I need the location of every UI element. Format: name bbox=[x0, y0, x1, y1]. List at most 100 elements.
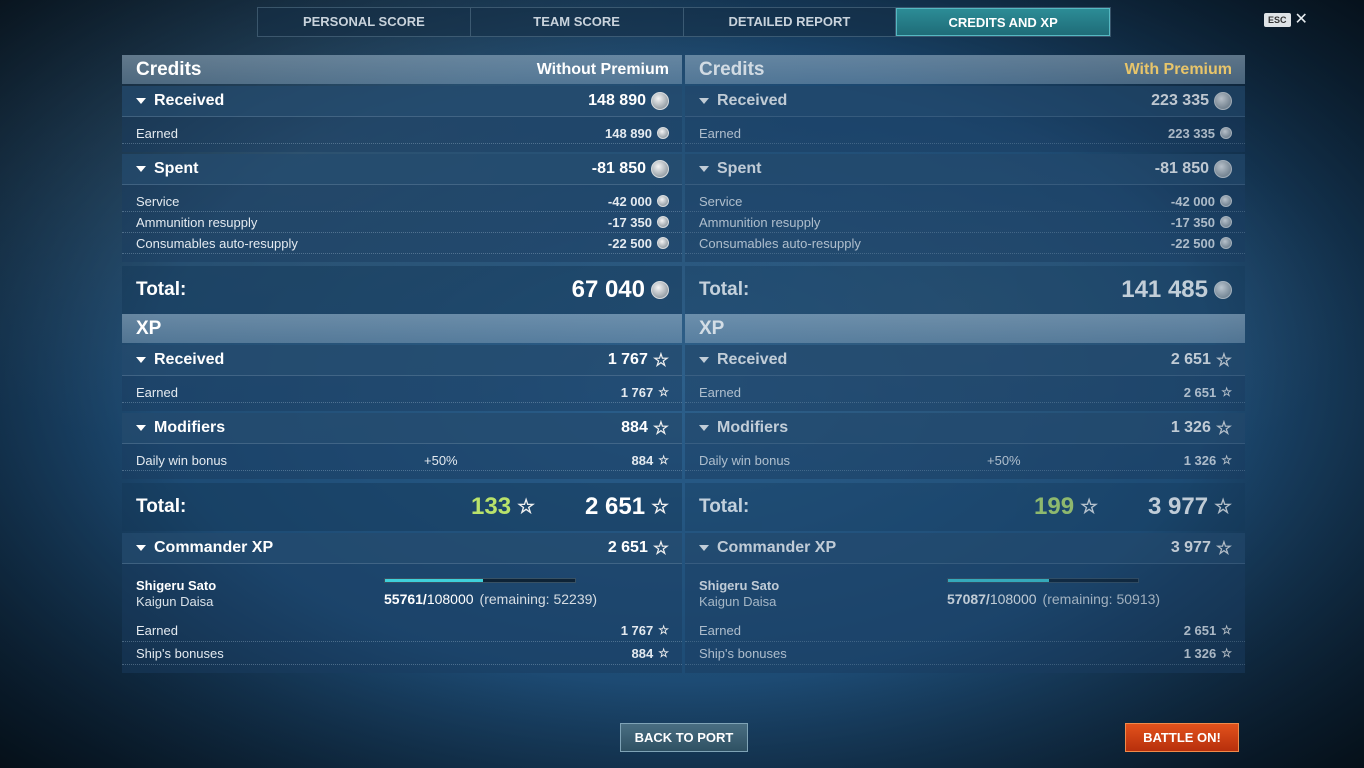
credits-icon bbox=[1220, 127, 1232, 139]
credits-header: Credits With Premium bbox=[685, 55, 1245, 84]
xp-star-icon: ☆ bbox=[1214, 496, 1232, 518]
commander-xp-current: 57087/ bbox=[947, 591, 990, 607]
list-item: Ammunition resupply -17 350 bbox=[122, 212, 682, 233]
credits-spent-header[interactable]: Spent -81 850 bbox=[122, 154, 682, 185]
premium-status-label: Without Premium bbox=[536, 60, 669, 78]
credits-icon bbox=[1220, 216, 1232, 228]
xp-received-group: Received 2 651 ☆ Earned 2 651 ☆ bbox=[685, 345, 1245, 411]
tab-credits-and-xp[interactable]: CREDITS AND XP bbox=[896, 8, 1110, 36]
xp-total-value: 2 651 bbox=[585, 493, 646, 520]
commander-xp-current: 55761/ bbox=[384, 591, 427, 607]
xp-star-icon: ☆ bbox=[652, 538, 669, 558]
service-value: -42 000 bbox=[1170, 193, 1215, 209]
xp-title: XP bbox=[136, 317, 162, 339]
ship-bonuses-label: Ship's bonuses bbox=[699, 645, 787, 661]
panel-with-premium: Credits With Premium Received 223 335 Ea… bbox=[685, 55, 1245, 673]
earned-label: Earned bbox=[136, 125, 178, 141]
collapse-arrow-icon bbox=[136, 98, 146, 104]
credits-total: Total: 67 040 bbox=[122, 266, 682, 314]
xp-star-icon: ☆ bbox=[1221, 385, 1232, 399]
xp-modifiers-header[interactable]: Modifiers 1 326 ☆ bbox=[685, 413, 1245, 444]
service-label: Service bbox=[136, 193, 180, 209]
credits-header: Credits Without Premium bbox=[122, 55, 682, 84]
xp-star-icon: ☆ bbox=[1221, 453, 1232, 467]
commander-name: Shigeru Sato bbox=[136, 578, 217, 593]
xp-received-header[interactable]: Received 2 651 ☆ bbox=[685, 345, 1245, 376]
battle-on-button[interactable]: BATTLE ON! bbox=[1125, 723, 1239, 752]
collapse-arrow-icon bbox=[699, 545, 709, 551]
commander-xp-group: Commander XP 3 977 ☆ Shigeru Sato Kaigun … bbox=[685, 533, 1245, 673]
xp-header: XP bbox=[122, 314, 682, 343]
collapse-arrow-icon bbox=[699, 166, 709, 172]
tab-bar: PERSONAL SCORE TEAM SCORE DETAILED REPOR… bbox=[257, 7, 1111, 37]
commander-xp-header[interactable]: Commander XP 3 977 ☆ bbox=[685, 533, 1245, 564]
ship-bonuses-label: Ship's bonuses bbox=[136, 645, 224, 661]
commander-xp-label: Commander XP bbox=[154, 539, 274, 556]
service-value: -42 000 bbox=[607, 193, 652, 209]
credits-spent-group: Spent -81 850 Service -42 000 Ammunition… bbox=[122, 154, 682, 262]
xp-star-icon: ☆ bbox=[652, 350, 669, 370]
commander-xp-label: Commander XP bbox=[717, 539, 837, 556]
xp-star-icon: ☆ bbox=[1080, 496, 1098, 518]
commander-xp-max: 108000 bbox=[426, 591, 474, 607]
credits-total-value: 141 485 bbox=[1121, 276, 1208, 303]
tab-personal-score[interactable]: PERSONAL SCORE bbox=[258, 8, 471, 36]
credits-icon bbox=[651, 281, 669, 299]
ammo-label: Ammunition resupply bbox=[699, 214, 821, 230]
xp-header: XP bbox=[685, 314, 1245, 343]
commander-progress-bar bbox=[384, 578, 576, 583]
xp-star-icon: ☆ bbox=[658, 453, 669, 467]
credits-icon bbox=[657, 216, 669, 228]
xp-star-icon: ☆ bbox=[517, 496, 535, 518]
xp-total: Total: 133 ☆ 2 651 ☆ bbox=[122, 483, 682, 531]
xp-modifiers-header[interactable]: Modifiers 884 ☆ bbox=[122, 413, 682, 444]
credits-received-header[interactable]: Received 223 335 bbox=[685, 86, 1245, 117]
credits-spent-header[interactable]: Spent -81 850 bbox=[685, 154, 1245, 185]
credits-icon bbox=[657, 237, 669, 249]
credits-received-header[interactable]: Received 148 890 bbox=[122, 86, 682, 117]
ammo-value: -17 350 bbox=[607, 214, 652, 230]
daily-win-value: 1 326 bbox=[1183, 452, 1217, 468]
xp-modifiers-group: Modifiers 1 326 ☆ Daily win bonus +50% 1 … bbox=[685, 413, 1245, 479]
consumables-label: Consumables auto-resupply bbox=[699, 235, 861, 251]
commander-xp-value: 3 977 bbox=[1170, 539, 1211, 556]
commander-rank: Kaigun Daisa bbox=[699, 594, 777, 609]
collapse-arrow-icon bbox=[699, 357, 709, 363]
list-item: Service -42 000 bbox=[122, 191, 682, 212]
received-value: 148 890 bbox=[588, 92, 646, 109]
earned-value: 223 335 bbox=[1168, 125, 1215, 141]
credits-total-value: 67 040 bbox=[571, 276, 645, 303]
collapse-arrow-icon bbox=[136, 545, 146, 551]
back-to-port-button[interactable]: BACK TO PORT bbox=[620, 723, 748, 752]
xp-star-icon: ☆ bbox=[652, 418, 669, 438]
spent-label: Spent bbox=[717, 160, 762, 177]
list-item: Daily win bonus +50% 884 ☆ bbox=[122, 450, 682, 471]
modifiers-label: Modifiers bbox=[154, 419, 226, 436]
commander-rank: Kaigun Daisa bbox=[136, 594, 214, 609]
xp-total: Total: 199 ☆ 3 977 ☆ bbox=[685, 483, 1245, 531]
list-item: Ammunition resupply -17 350 bbox=[685, 212, 1245, 233]
credits-icon bbox=[1214, 281, 1232, 299]
panel-without-premium: Credits Without Premium Received 148 890… bbox=[122, 55, 682, 673]
credits-received-group: Received 148 890 Earned 148 890 bbox=[122, 86, 682, 152]
list-item: Consumables auto-resupply -22 500 bbox=[122, 233, 682, 254]
list-item: Earned 2 651 ☆ bbox=[685, 382, 1245, 403]
credits-icon bbox=[1214, 92, 1232, 110]
total-label: Total: bbox=[699, 496, 750, 517]
commander-name: Shigeru Sato bbox=[699, 578, 780, 593]
list-item: Earned 223 335 bbox=[685, 123, 1245, 144]
commander-xp-header[interactable]: Commander XP 2 651 ☆ bbox=[122, 533, 682, 564]
xp-received-value: 1 767 bbox=[607, 351, 648, 368]
list-item: Consumables auto-resupply -22 500 bbox=[685, 233, 1245, 254]
commander-earned-value: 2 651 bbox=[1183, 622, 1217, 638]
tab-team-score[interactable]: TEAM SCORE bbox=[471, 8, 684, 36]
list-item: Daily win bonus +50% 1 326 ☆ bbox=[685, 450, 1245, 471]
xp-received-header[interactable]: Received 1 767 ☆ bbox=[122, 345, 682, 376]
xp-star-icon: ☆ bbox=[658, 385, 669, 399]
progress-fill bbox=[948, 579, 1049, 582]
xp-star-icon: ☆ bbox=[1221, 623, 1232, 637]
list-item: Earned 2 651 ☆ bbox=[685, 619, 1245, 642]
commander-xp-remaining: (remaining: 52239) bbox=[479, 591, 598, 607]
tab-detailed-report[interactable]: DETAILED REPORT bbox=[684, 8, 897, 36]
close-button[interactable]: ESC ✕ bbox=[1264, 12, 1308, 28]
